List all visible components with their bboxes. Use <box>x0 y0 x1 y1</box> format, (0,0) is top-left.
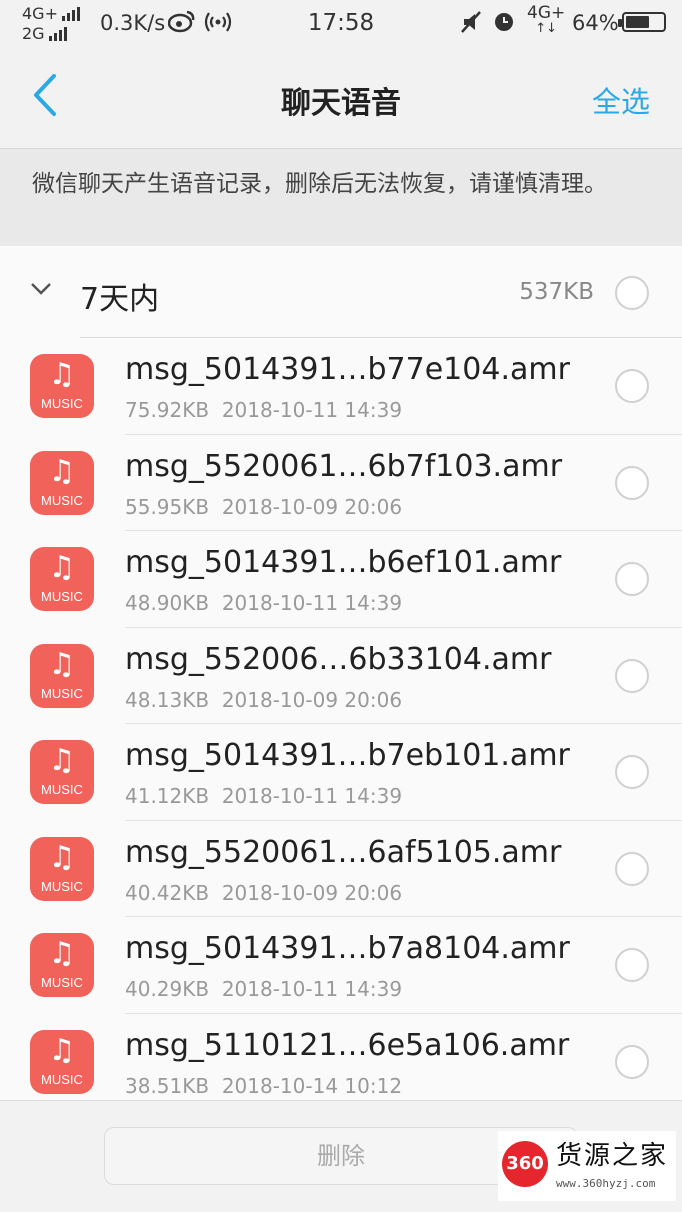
file-date: 2018-10-11 14:39 <box>221 591 403 615</box>
music-icon-label: MUSIC <box>41 782 83 797</box>
header: 聊天语音 全选 <box>0 50 682 148</box>
file-meta: 41.12KB 2018-10-11 14:39 <box>125 784 402 808</box>
music-file-icon: ♫ MUSIC <box>30 354 94 418</box>
file-date: 2018-10-09 20:06 <box>221 880 403 905</box>
music-file-icon: ♫ MUSIC <box>30 1029 94 1094</box>
file-date: 2018-10-09 20:06 <box>221 494 403 519</box>
file-meta: 75.92KB 2018-10-11 14:39 <box>125 398 402 422</box>
file-date: 2018-10-11 14:39 <box>221 784 403 808</box>
music-file-icon: ♫ MUSIC <box>30 643 94 708</box>
network-type-3-label: 4G+ <box>527 3 566 23</box>
file-size: 40.42KB <box>125 880 210 905</box>
file-name: msg_5520061…6b7f103.amr <box>125 448 563 484</box>
battery-percent: 64% <box>572 11 619 35</box>
file-size: 55.95KB <box>125 494 210 519</box>
file-select-radio[interactable] <box>615 755 649 789</box>
file-row[interactable]: ♫ MUSIC msg_552006…6b33104.amr 48.13KB 20… <box>0 628 682 724</box>
chevron-down-icon <box>31 283 51 295</box>
file-select-radio[interactable] <box>615 851 649 886</box>
page-title: 聊天语音 <box>281 86 401 121</box>
file-list: ♫ MUSIC msg_5014391…b77e104.amr 75.92KB 2… <box>0 338 682 1100</box>
music-file-icon: ♫ MUSIC <box>30 740 94 804</box>
group-title: 7天内 <box>80 282 160 317</box>
file-size: 48.13KB <box>125 687 210 712</box>
file-row[interactable]: ♫ MUSIC msg_5014391…b7eb101.amr 41.12KB 2… <box>0 724 682 821</box>
group-select-radio[interactable] <box>615 276 649 310</box>
file-date: 2018-10-11 14:39 <box>221 977 403 1001</box>
file-select-radio[interactable] <box>615 1044 649 1079</box>
watermark-badge: 360 <box>502 1141 548 1187</box>
file-date: 2018-10-11 14:39 <box>221 398 403 422</box>
music-file-icon: ♫ MUSIC <box>30 836 94 901</box>
file-name: msg_5014391…b77e104.amr <box>125 352 570 387</box>
music-file-icon: ♫ MUSIC <box>30 933 94 997</box>
watermark-logo: 360 货源之家 www.360hyzj.com <box>498 1131 676 1201</box>
file-meta: 40.42KB 2018-10-09 20:06 <box>125 881 402 905</box>
file-select-radio[interactable] <box>615 369 649 403</box>
mute-icon <box>460 10 482 39</box>
file-meta: 48.13KB 2018-10-09 20:06 <box>125 688 402 712</box>
file-size: 41.12KB <box>125 784 210 808</box>
file-meta: 48.90KB 2018-10-11 14:39 <box>125 591 402 615</box>
file-row[interactable]: ♫ MUSIC msg_5520061…6af5105.amr 40.42KB 2… <box>0 821 682 917</box>
file-meta: 55.95KB 2018-10-09 20:06 <box>125 495 402 519</box>
music-icon-label: MUSIC <box>41 685 83 701</box>
music-icon-label: MUSIC <box>41 975 83 990</box>
bottom-bar: 删除 360 货源之家 www.360hyzj.com <box>0 1100 682 1212</box>
watermark-url: www.360hyzj.com <box>556 1177 656 1190</box>
file-select-radio[interactable] <box>615 948 649 982</box>
file-date: 2018-10-09 20:06 <box>221 687 403 712</box>
group-header[interactable]: 7天内 537KB <box>0 246 682 338</box>
watermark-name: 货源之家 <box>556 1141 669 1171</box>
file-name: msg_5014391…b6ef101.amr <box>125 545 562 580</box>
music-icon-label: MUSIC <box>41 492 83 508</box>
warning-notice: 微信聊天产生语音记录，删除后无法恢复，请谨慎清理。 <box>0 148 682 246</box>
file-list-area: 7天内 537KB ♫ MUSIC msg_5014391…b77e104.amr… <box>0 246 682 1100</box>
group-size: 537KB <box>519 279 594 305</box>
data-arrows-icon: ↑↓ <box>535 21 558 36</box>
file-row[interactable]: ♫ MUSIC msg_5520061…6b7f103.amr 55.95KB 2… <box>0 435 682 531</box>
file-select-radio[interactable] <box>615 658 649 693</box>
music-icon-label: MUSIC <box>41 878 83 894</box>
file-row[interactable]: ♫ MUSIC msg_5014391…b77e104.amr 75.92KB 2… <box>0 338 682 435</box>
file-select-radio[interactable] <box>615 465 649 500</box>
alarm-icon <box>492 9 516 39</box>
music-icon-label: MUSIC <box>41 1071 83 1087</box>
file-date: 2018-10-14 10:12 <box>221 1073 403 1098</box>
file-meta: 38.51KB 2018-10-14 10:12 <box>125 1074 402 1098</box>
file-meta: 40.29KB 2018-10-11 14:39 <box>125 977 402 1001</box>
file-name: msg_5520061…6af5105.amr <box>125 834 562 870</box>
network-type-3: 4G+ ↑↓ <box>527 4 565 36</box>
file-size: 48.90KB <box>125 591 210 615</box>
status-bar: 4G+ 2G 0.3K/s 17:58 4G+ ↑↓ 64% <box>0 0 682 50</box>
file-size: 38.51KB <box>125 1073 210 1098</box>
file-name: msg_552006…6b33104.amr <box>125 641 552 677</box>
select-all-button[interactable]: 全选 <box>592 79 650 121</box>
file-size: 75.92KB <box>125 398 210 422</box>
file-name: msg_5110121…6e5a106.amr <box>125 1027 570 1063</box>
music-file-icon: ♫ MUSIC <box>30 450 94 515</box>
file-select-radio[interactable] <box>615 562 649 596</box>
music-icon-label: MUSIC <box>41 396 83 411</box>
file-size: 40.29KB <box>125 977 210 1001</box>
file-name: msg_5014391…b7eb101.amr <box>125 738 570 773</box>
file-row[interactable]: ♫ MUSIC msg_5014391…b6ef101.amr 48.90KB 2… <box>0 531 682 628</box>
battery-icon <box>618 12 666 32</box>
file-name: msg_5014391…b7a8104.amr <box>125 931 570 966</box>
file-row[interactable]: ♫ MUSIC msg_5110121…6e5a106.amr 38.51KB 2… <box>0 1014 682 1101</box>
music-icon-label: MUSIC <box>41 589 83 604</box>
file-row[interactable]: ♫ MUSIC msg_5014391…b7a8104.amr 40.29KB 2… <box>0 917 682 1014</box>
music-file-icon: ♫ MUSIC <box>30 547 94 611</box>
